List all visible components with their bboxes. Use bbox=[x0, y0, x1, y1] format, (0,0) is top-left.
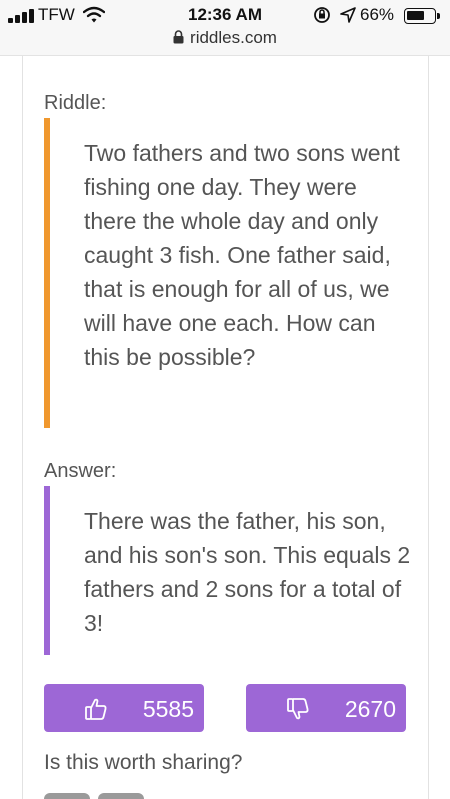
battery-icon bbox=[404, 8, 440, 24]
share-button[interactable] bbox=[44, 793, 90, 799]
thumbs-up-icon bbox=[85, 698, 107, 720]
url-text: riddles.com bbox=[190, 28, 277, 47]
browser-chrome: TFW 12:36 AM 66% riddles.com bbox=[0, 0, 450, 56]
battery-percent: 66% bbox=[360, 5, 395, 24]
answer-text: There was the father, his son, and his s… bbox=[44, 486, 414, 655]
thumbs-down-icon bbox=[287, 698, 309, 720]
share-prompt: Is this worth sharing? bbox=[44, 751, 243, 774]
orientation-lock-icon bbox=[314, 7, 330, 23]
card-border-right bbox=[428, 56, 429, 799]
downvote-button[interactable]: 2670 bbox=[246, 684, 406, 732]
address-bar[interactable]: riddles.com bbox=[0, 28, 450, 48]
downvote-count: 2670 bbox=[344, 696, 396, 722]
card-border-left bbox=[22, 56, 23, 799]
upvote-count: 5585 bbox=[142, 696, 194, 722]
share-button[interactable] bbox=[98, 793, 144, 799]
upvote-button[interactable]: 5585 bbox=[44, 684, 204, 732]
riddle-text: Two fathers and two sons went fishing on… bbox=[44, 118, 414, 428]
riddle-label: Riddle: bbox=[44, 92, 107, 114]
location-icon bbox=[340, 7, 356, 23]
status-bar: TFW 12:36 AM 66% bbox=[0, 0, 450, 30]
lock-icon bbox=[173, 30, 184, 44]
answer-label: Answer: bbox=[44, 460, 117, 482]
